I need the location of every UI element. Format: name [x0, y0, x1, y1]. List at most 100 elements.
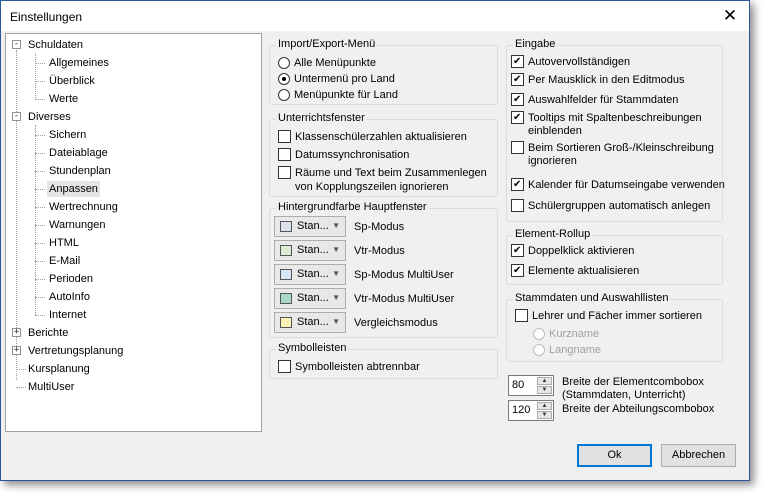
- radio-icon[interactable]: [533, 344, 545, 356]
- tree-item-label: Internet: [49, 309, 87, 321]
- checkbox-label: Autovervollständigen: [528, 56, 631, 68]
- checkbox-kalender-datumseingabe[interactable]: Kalender für Datumseingabe verwenden: [511, 178, 725, 192]
- close-icon[interactable]: ✕: [717, 4, 743, 28]
- radio-langname[interactable]: Langname: [533, 343, 601, 357]
- spin-up-icon[interactable]: ▲: [537, 377, 552, 385]
- color-swatch: [280, 317, 292, 328]
- checkbox-lehrer-faecher-sortieren[interactable]: Lehrer und Fächer immer sortieren: [515, 309, 702, 323]
- radio-menuepunkte-fuer-land[interactable]: Menüpunkte für Land: [278, 88, 398, 102]
- checkbox-checked-icon[interactable]: [511, 178, 524, 191]
- checkbox-checked-icon[interactable]: [511, 93, 524, 106]
- checkbox-raeume-und-text[interactable]: Räume und Text beim Zusammenlegen: [278, 166, 487, 180]
- tree-item-label: AutoInfo: [49, 291, 90, 303]
- checkbox-label: Symbolleisten abtrennbar: [295, 361, 420, 373]
- checkbox-label: Lehrer und Fächer immer sortieren: [532, 310, 702, 322]
- elementcombobox-width-spinner[interactable]: 80 ▲ ▼: [508, 375, 554, 396]
- collapse-icon[interactable]: -: [12, 112, 21, 121]
- cancel-button[interactable]: Abbrechen: [661, 444, 736, 467]
- ok-button[interactable]: Ok: [577, 444, 652, 467]
- radio-label: Untermenü pro Land: [294, 73, 395, 85]
- checkbox-mausklick-editmodus[interactable]: Per Mausklick in den Editmodus: [511, 73, 685, 87]
- settings-tree[interactable]: - Schuldaten Allgemeines Überblick Werte…: [5, 33, 262, 432]
- checkbox-label: Räume und Text beim Zusammenlegen: [295, 167, 487, 179]
- radio-alle-menuepunkte[interactable]: Alle Menüpunkte: [278, 56, 376, 70]
- color-combo-vtr-modus[interactable]: Stan... ▼: [274, 240, 346, 261]
- spinner-value[interactable]: 120: [512, 404, 530, 416]
- tree-item-label-selected: Anpassen: [47, 181, 100, 197]
- checkbox-auswahlfelder-stammdaten[interactable]: Auswahlfelder für Stammdaten: [511, 93, 678, 107]
- checkbox-checked-icon[interactable]: [511, 55, 524, 68]
- checkbox-schuelergruppen[interactable]: Schülergruppen automatisch anlegen: [511, 199, 710, 213]
- radio-untermenue-pro-land[interactable]: Untermenü pro Land: [278, 72, 395, 86]
- spinner-value[interactable]: 80: [512, 379, 524, 391]
- radio-icon[interactable]: [278, 57, 290, 69]
- checkbox-icon[interactable]: [511, 141, 524, 154]
- checkbox-label: Auswahlfelder für Stammdaten: [528, 94, 679, 106]
- checkbox-gross-kleinschreibung[interactable]: Beim Sortieren Groß-/Kleinschreibung: [511, 141, 714, 155]
- color-swatch: [280, 245, 292, 256]
- checkbox-checked-icon[interactable]: [511, 111, 524, 124]
- dropdown-arrow-icon[interactable]: ▼: [332, 293, 340, 302]
- checkbox-doppelklick[interactable]: Doppelklick aktivieren: [511, 244, 634, 258]
- dropdown-arrow-icon[interactable]: ▼: [332, 221, 340, 230]
- checkbox-icon[interactable]: [278, 166, 291, 179]
- color-label: Sp-Modus: [354, 221, 405, 233]
- checkbox-klassenschuelerzahlen[interactable]: Klassenschülerzahlen aktualisieren: [278, 130, 467, 144]
- symbolleisten-group: Symbolleisten Symbolleisten abtrennbar: [269, 342, 498, 379]
- dropdown-arrow-icon[interactable]: ▼: [332, 317, 340, 326]
- color-swatch: [280, 293, 292, 304]
- combo-value: Stan...: [297, 316, 329, 328]
- combo-value: Stan...: [297, 244, 329, 256]
- checkbox-checked-icon[interactable]: [511, 244, 524, 257]
- combo-value: Stan...: [297, 268, 329, 280]
- color-label: Sp-Modus MultiUser: [354, 269, 454, 281]
- checkbox-label-line2: von Kopplungszeilen ignorieren: [295, 181, 449, 193]
- radio-label: Menüpunkte für Land: [294, 89, 398, 101]
- checkbox-symbolleisten-abtrennbar[interactable]: Symbolleisten abtrennbar: [278, 360, 420, 374]
- checkbox-label: Schülergruppen automatisch anlegen: [528, 200, 711, 212]
- color-label: Vergleichsmodus: [354, 317, 438, 329]
- checkbox-icon[interactable]: [278, 360, 291, 373]
- checkbox-icon[interactable]: [511, 199, 524, 212]
- tree-item-label: E-Mail: [49, 255, 81, 267]
- color-combo-sp-modus-multiuser[interactable]: Stan... ▼: [274, 264, 346, 285]
- color-combo-sp-modus[interactable]: Stan... ▼: [274, 216, 346, 237]
- eingabe-group: Eingabe Autovervollständigen Per Mauskli…: [506, 38, 725, 222]
- dropdown-arrow-icon[interactable]: ▼: [332, 269, 340, 278]
- tree-item-label: Schuldaten: [28, 39, 84, 51]
- spin-down-icon[interactable]: ▼: [537, 411, 552, 419]
- checkbox-checked-icon[interactable]: [511, 73, 524, 86]
- checkbox-label: Tooltips mit Spaltenbeschreibungen: [528, 112, 702, 124]
- radio-icon[interactable]: [533, 328, 545, 340]
- radio-kurzname[interactable]: Kurzname: [533, 327, 599, 341]
- dropdown-arrow-icon[interactable]: ▼: [332, 245, 340, 254]
- checkbox-icon[interactable]: [278, 148, 291, 161]
- expand-icon[interactable]: +: [12, 328, 21, 337]
- color-combo-vergleichsmodus[interactable]: Stan... ▼: [274, 312, 346, 333]
- spin-up-icon[interactable]: ▲: [537, 402, 552, 410]
- radio-selected-icon[interactable]: [278, 73, 290, 85]
- tree-item-label: Sichern: [49, 129, 87, 141]
- group-title: Eingabe: [513, 38, 558, 50]
- expand-icon[interactable]: +: [12, 346, 21, 355]
- collapse-icon[interactable]: -: [12, 40, 21, 49]
- tree-item-label: Kursplanung: [28, 363, 90, 375]
- checkbox-icon[interactable]: [515, 309, 528, 322]
- tree-item-label: Dateiablage: [49, 147, 108, 159]
- radio-icon[interactable]: [278, 89, 290, 101]
- checkbox-autovervollstaendigen[interactable]: Autovervollständigen: [511, 55, 630, 69]
- checkbox-elemente-aktualisieren[interactable]: Elemente aktualisieren: [511, 264, 639, 278]
- color-combo-vtr-modus-multiuser[interactable]: Stan... ▼: [274, 288, 346, 309]
- checkbox-checked-icon[interactable]: [511, 264, 524, 277]
- color-label: Vtr-Modus MultiUser: [354, 293, 455, 305]
- title-bar: Einstellungen ✕: [1, 1, 749, 31]
- checkbox-datumssynchronisation[interactable]: Datumssynchronisation: [278, 148, 409, 162]
- import-export-group: Import/Export-Menü Alle Menüpunkte Unter…: [269, 38, 498, 105]
- unterrichtsfenster-group: Unterrichtsfenster Klassenschülerzahlen …: [269, 112, 498, 197]
- checkbox-icon[interactable]: [278, 130, 291, 143]
- tree-item-label: Überblick: [49, 75, 95, 87]
- checkbox-tooltips[interactable]: Tooltips mit Spaltenbeschreibungen: [511, 111, 702, 125]
- radio-label: Alle Menüpunkte: [294, 57, 376, 69]
- spin-down-icon[interactable]: ▼: [537, 386, 552, 394]
- abteilungscombobox-width-spinner[interactable]: 120 ▲ ▼: [508, 400, 554, 421]
